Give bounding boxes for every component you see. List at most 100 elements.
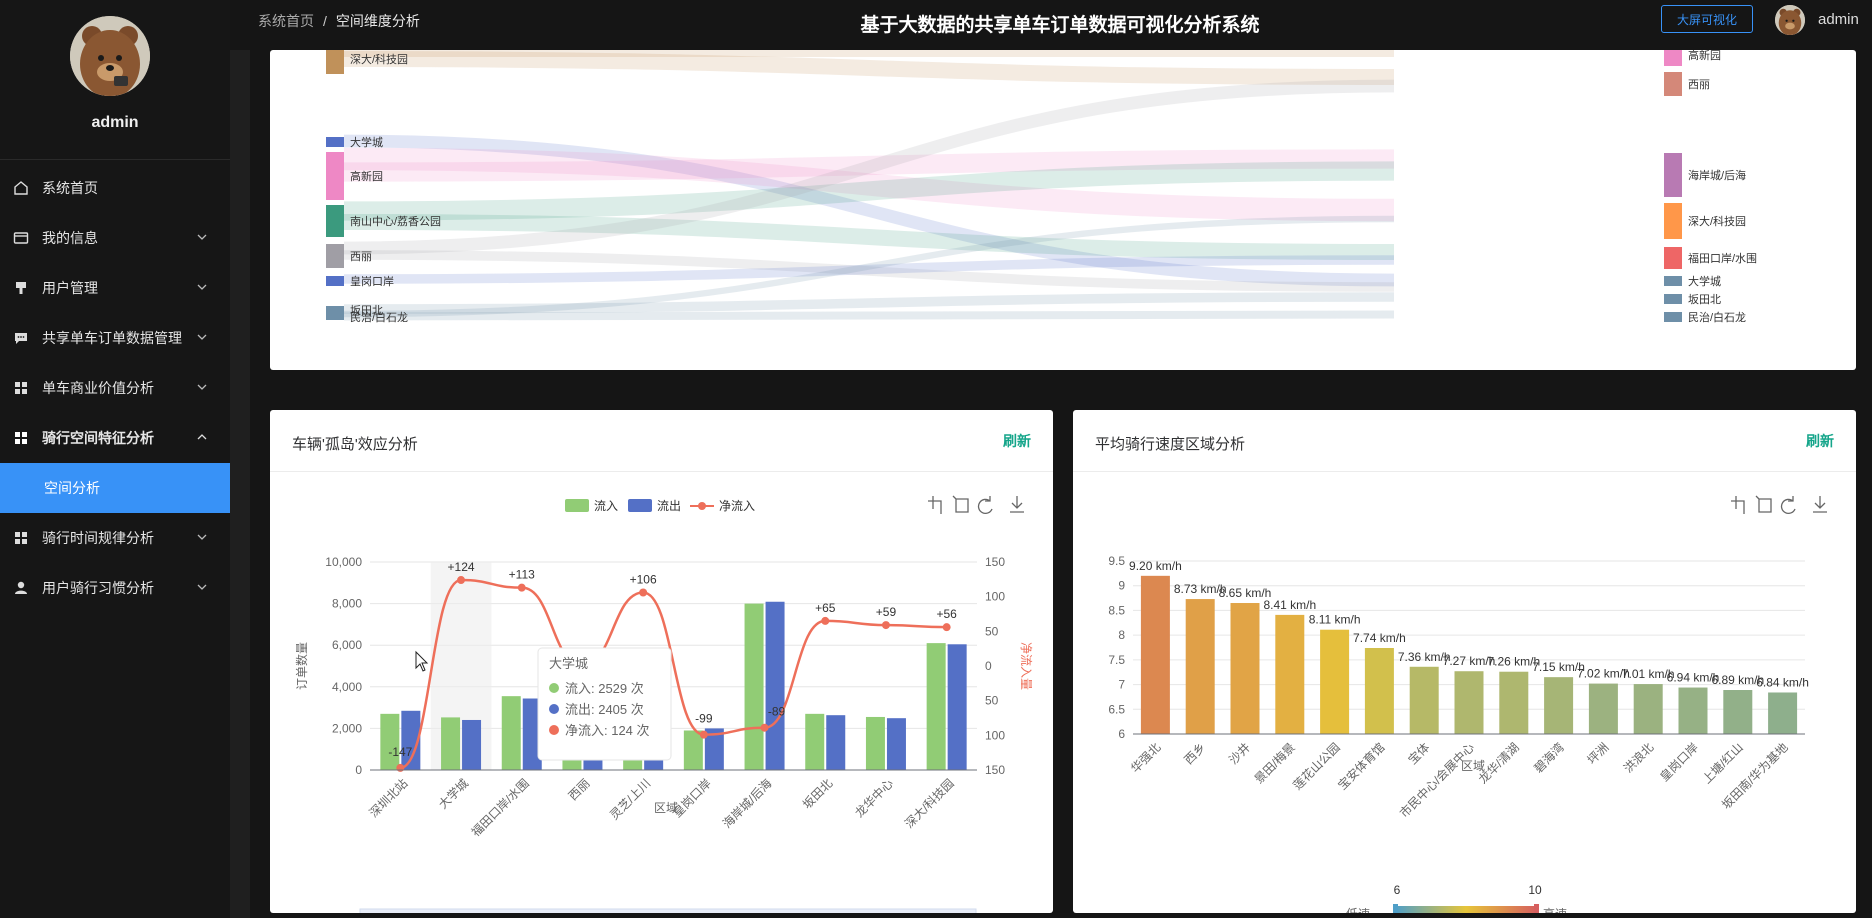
net-inflow-point[interactable] xyxy=(760,723,769,732)
speed-bar[interactable] xyxy=(1499,671,1529,734)
data-zoom-slider[interactable] xyxy=(357,908,979,913)
legend-net[interactable]: 净流入 xyxy=(719,499,755,513)
sankey-node-label: 民治/白石龙 xyxy=(1688,310,1746,324)
content-scrollbar[interactable] xyxy=(230,50,250,918)
zoom-select-icon[interactable] xyxy=(1731,496,1745,514)
island-chart[interactable]: 流入 流出 净流入 -147 +124 +113 +106 -99 -89 +65 +59 +5… xyxy=(270,472,1053,913)
net-inflow-point[interactable] xyxy=(457,576,466,585)
visual-map-gradient[interactable] xyxy=(1395,906,1537,913)
refresh-button[interactable]: 刷新 xyxy=(1806,431,1834,451)
speed-bar[interactable] xyxy=(1140,575,1170,734)
sidebar-item-order-manage[interactable]: 共享单车订单数据管理 xyxy=(0,313,230,363)
sankey-node[interactable] xyxy=(326,50,344,74)
speed-bar[interactable] xyxy=(1320,629,1350,734)
refresh-button[interactable]: 刷新 xyxy=(1003,431,1031,451)
net-inflow-point[interactable] xyxy=(517,583,526,592)
breadcrumb-home[interactable]: 系统首页 xyxy=(258,13,314,29)
chart-legend[interactable]: 流入 流出 净流入 xyxy=(565,499,755,513)
header-username[interactable]: admin xyxy=(1818,11,1859,28)
bar-inflow[interactable] xyxy=(501,696,521,770)
download-icon[interactable] xyxy=(1813,496,1827,513)
sankey-link[interactable] xyxy=(343,51,1395,85)
zoom-select-icon[interactable] xyxy=(928,496,942,514)
sankey-node[interactable] xyxy=(326,276,344,286)
sankey-link[interactable] xyxy=(343,310,1395,321)
sankey-link[interactable] xyxy=(343,292,1395,314)
bar-outflow[interactable] xyxy=(462,719,482,770)
bar-inflow[interactable] xyxy=(926,643,946,770)
sidebar-item-spatial[interactable]: 骑行空间特征分析 xyxy=(0,413,230,463)
bar-inflow[interactable] xyxy=(744,603,764,770)
net-inflow-point[interactable] xyxy=(396,763,405,772)
speed-bar[interactable] xyxy=(1409,666,1439,734)
net-data-label: +56 xyxy=(936,607,957,621)
legend-swatch-outflow[interactable] xyxy=(628,499,652,512)
sankey-node[interactable] xyxy=(326,244,344,268)
sankey-node[interactable] xyxy=(1664,153,1682,197)
sidebar-item-my-info[interactable]: 我的信息 xyxy=(0,213,230,263)
bar-inflow[interactable] xyxy=(380,713,400,770)
speed-bar[interactable] xyxy=(1364,647,1394,734)
sankey-node[interactable] xyxy=(326,314,344,320)
sidebar-item-user-manage[interactable]: 用户管理 xyxy=(0,263,230,313)
sankey-node[interactable] xyxy=(326,152,344,200)
net-inflow-point[interactable] xyxy=(821,616,830,625)
legend-outflow[interactable]: 流出 xyxy=(657,499,681,513)
speed-chart[interactable]: 9.20 km/h8.73 km/h8.65 km/h8.41 km/h8.11… xyxy=(1073,472,1856,913)
sankey-node[interactable] xyxy=(1664,276,1682,286)
bar-outflow[interactable] xyxy=(826,715,846,770)
sidebar-item-business-value[interactable]: 单车商业价值分析 xyxy=(0,363,230,413)
sankey-node[interactable] xyxy=(1664,247,1682,269)
header-avatar[interactable] xyxy=(1775,5,1805,35)
sankey-node[interactable] xyxy=(1664,72,1682,96)
sankey-node[interactable] xyxy=(1664,203,1682,239)
download-icon[interactable] xyxy=(1010,496,1024,513)
avatar[interactable] xyxy=(70,16,150,96)
big-screen-button[interactable]: 大屏可视化 xyxy=(1661,5,1753,33)
net-inflow-point[interactable] xyxy=(639,588,648,597)
zoom-reset-icon[interactable] xyxy=(1755,495,1772,513)
zoom-track[interactable] xyxy=(359,908,977,913)
net-inflow-point[interactable] xyxy=(881,621,890,630)
sankey-node[interactable] xyxy=(1664,50,1682,66)
sankey-node[interactable] xyxy=(326,137,344,147)
sankey-chart[interactable]: 深大/科技园大学城高新园南山中心/荔香公园西丽皇岗口岸坂田北民治/白石龙 高新园… xyxy=(270,50,1856,370)
visual-map-handle-max[interactable] xyxy=(1534,904,1539,913)
legend-marker-net[interactable] xyxy=(698,502,706,510)
sankey-node[interactable] xyxy=(326,306,344,314)
bar-outflow[interactable] xyxy=(947,644,967,770)
legend-inflow[interactable]: 流入 xyxy=(594,499,618,513)
bar-inflow[interactable] xyxy=(865,716,885,770)
sankey-node[interactable] xyxy=(1664,294,1682,304)
net-inflow-point[interactable] xyxy=(699,730,708,739)
sidebar-subitem-spatial-analysis[interactable]: 空间分析 xyxy=(0,463,230,513)
sankey-node[interactable] xyxy=(1664,312,1682,322)
sankey-node[interactable] xyxy=(326,205,344,237)
speed-bar[interactable] xyxy=(1633,684,1663,734)
visual-map[interactable]: 6 10 低速 高速 xyxy=(1346,883,1567,913)
visual-map-handle-min[interactable] xyxy=(1393,904,1398,913)
speed-bar[interactable] xyxy=(1768,692,1798,734)
speed-bar[interactable] xyxy=(1454,671,1484,734)
speed-bar[interactable] xyxy=(1678,687,1708,734)
sidebar-item-time[interactable]: 骑行时间规律分析 xyxy=(0,513,230,563)
speed-bar[interactable] xyxy=(1544,677,1574,734)
speed-bar[interactable] xyxy=(1275,614,1305,734)
speed-bar[interactable] xyxy=(1723,690,1753,734)
bar-outflow[interactable] xyxy=(765,601,785,770)
bar-inflow[interactable] xyxy=(683,730,703,770)
sidebar-item-habits[interactable]: 用户骑行习惯分析 xyxy=(0,563,230,613)
restore-icon[interactable] xyxy=(1780,496,1796,515)
legend-swatch-inflow[interactable] xyxy=(565,499,589,512)
bar-inflow[interactable] xyxy=(441,717,461,770)
speed-bar[interactable] xyxy=(1230,603,1260,734)
speed-bar[interactable] xyxy=(1588,683,1618,734)
bar-inflow[interactable] xyxy=(805,713,825,770)
sidebar-item-home[interactable]: 系统首页 xyxy=(0,163,230,213)
restore-icon[interactable] xyxy=(977,496,993,515)
speed-bar[interactable] xyxy=(1185,599,1215,734)
bar-outflow[interactable] xyxy=(886,718,906,770)
net-inflow-point[interactable] xyxy=(942,623,951,632)
zoom-reset-icon[interactable] xyxy=(952,495,969,513)
visual-map-low-label: 低速 xyxy=(1346,907,1370,913)
